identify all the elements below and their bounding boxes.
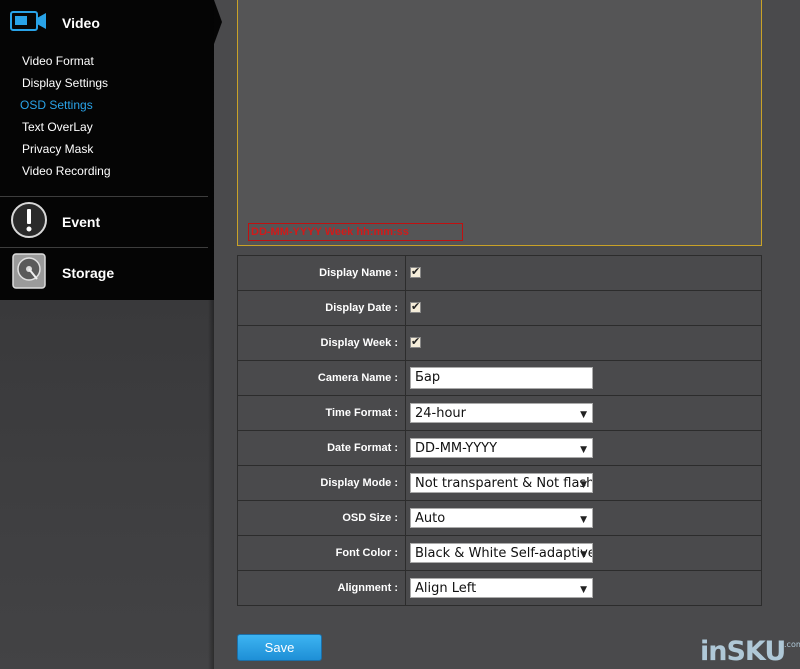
time-format-label: Time Format : [237, 395, 406, 431]
alignment-value: Align Left [415, 581, 477, 596]
video-preview: DD-MM-YYYY Week hh:mm:ss [237, 0, 762, 246]
display-name-checkbox[interactable]: ✔ [410, 265, 421, 279]
table-row: Date Format : DD-MM-YYYY ▼ [237, 430, 762, 466]
font-color-label: Font Color : [237, 535, 406, 571]
sidebar-section-label: Event [62, 214, 101, 230]
sidebar-edge-shadow [208, 0, 214, 669]
camera-name-input[interactable]: Бар [410, 367, 593, 389]
display-mode-value: Not transparent & Not flashing [415, 476, 592, 491]
time-format-value: 24-hour [415, 406, 467, 421]
sidebar-item-video-format[interactable]: Video Format [22, 54, 94, 68]
display-week-checkbox[interactable]: ✔ [410, 335, 421, 349]
chevron-down-icon: ▼ [580, 515, 587, 525]
osd-size-value: Auto [415, 511, 446, 526]
table-row: Display Week : ✔ [237, 325, 762, 361]
table-row: Time Format : 24-hour ▼ [237, 395, 762, 431]
display-date-checkbox[interactable]: ✔ [410, 300, 421, 314]
sidebar-item-text-overlay[interactable]: Text OverLay [22, 120, 93, 134]
save-button[interactable]: Save [237, 634, 322, 661]
checkmark-icon: ✔ [411, 265, 421, 279]
sidebar: Video Video Format Display Settings OSD … [0, 0, 222, 669]
osd-size-label: OSD Size : [237, 500, 406, 536]
display-week-label: Display Week : [237, 325, 406, 361]
checkmark-icon: ✔ [411, 300, 421, 314]
chevron-down-icon: ▼ [580, 445, 587, 455]
watermark-text: inSKU [700, 636, 786, 667]
display-mode-label: Display Mode : [237, 465, 406, 501]
alignment-select[interactable]: Align Left ▼ [410, 578, 593, 598]
display-name-label: Display Name : [237, 255, 406, 291]
sidebar-divider [0, 196, 208, 197]
table-row: Font Color : Black & White Self-adaptive… [237, 535, 762, 571]
chevron-down-icon: ▼ [580, 480, 587, 490]
chevron-down-icon: ▼ [580, 550, 587, 560]
camera-name-label: Camera Name : [237, 360, 406, 396]
osd-settings-table: Display Name : ✔ Display Date : ✔ Displa… [237, 255, 762, 606]
video-camera-icon [10, 9, 48, 38]
chevron-down-icon: ▼ [580, 410, 587, 420]
sidebar-section-event[interactable]: Event [0, 201, 208, 244]
disk-icon [12, 252, 46, 294]
table-row: OSD Size : Auto ▼ [237, 500, 762, 536]
display-mode-select[interactable]: Not transparent & Not flashing ▼ [410, 473, 593, 493]
osd-overlay-box[interactable]: DD-MM-YYYY Week hh:mm:ss [248, 223, 463, 241]
table-row: Display Date : ✔ [237, 290, 762, 326]
sidebar-divider [0, 247, 208, 248]
date-format-label: Date Format : [237, 430, 406, 466]
chevron-down-icon: ▼ [580, 585, 587, 595]
time-format-select[interactable]: 24-hour ▼ [410, 403, 593, 423]
sidebar-section-label: Video [62, 15, 100, 31]
table-row: Camera Name : Бар [237, 360, 762, 396]
exclamation-icon [10, 201, 48, 244]
sidebar-item-osd-settings[interactable]: OSD Settings [20, 98, 93, 112]
display-date-label: Display Date : [237, 290, 406, 326]
date-format-select[interactable]: DD-MM-YYYY ▼ [410, 438, 593, 458]
checkmark-icon: ✔ [411, 335, 421, 349]
watermark-domain: .com [784, 640, 800, 649]
table-row: Alignment : Align Left ▼ [237, 570, 762, 606]
sidebar-section-storage[interactable]: Storage [0, 252, 208, 294]
sidebar-item-display-settings[interactable]: Display Settings [22, 76, 108, 90]
alignment-label: Alignment : [237, 570, 406, 606]
sidebar-item-video-recording[interactable]: Video Recording [22, 164, 111, 178]
font-color-value: Black & White Self-adaptive [415, 546, 593, 561]
date-format-value: DD-MM-YYYY [415, 441, 498, 456]
font-color-select[interactable]: Black & White Self-adaptive ▼ [410, 543, 593, 563]
sidebar-section-label: Storage [62, 265, 115, 281]
sidebar-item-privacy-mask[interactable]: Privacy Mask [22, 142, 93, 156]
table-row: Display Mode : Not transparent & Not fla… [237, 465, 762, 501]
sidebar-section-video[interactable]: Video [0, 7, 208, 39]
osd-size-select[interactable]: Auto ▼ [410, 508, 593, 528]
active-section-pointer [214, 0, 222, 44]
watermark-logo: inSKU .com [700, 636, 800, 668]
osd-overlay-text: DD-MM-YYYY Week hh:mm:ss [251, 226, 409, 238]
table-row: Display Name : ✔ [237, 255, 762, 291]
